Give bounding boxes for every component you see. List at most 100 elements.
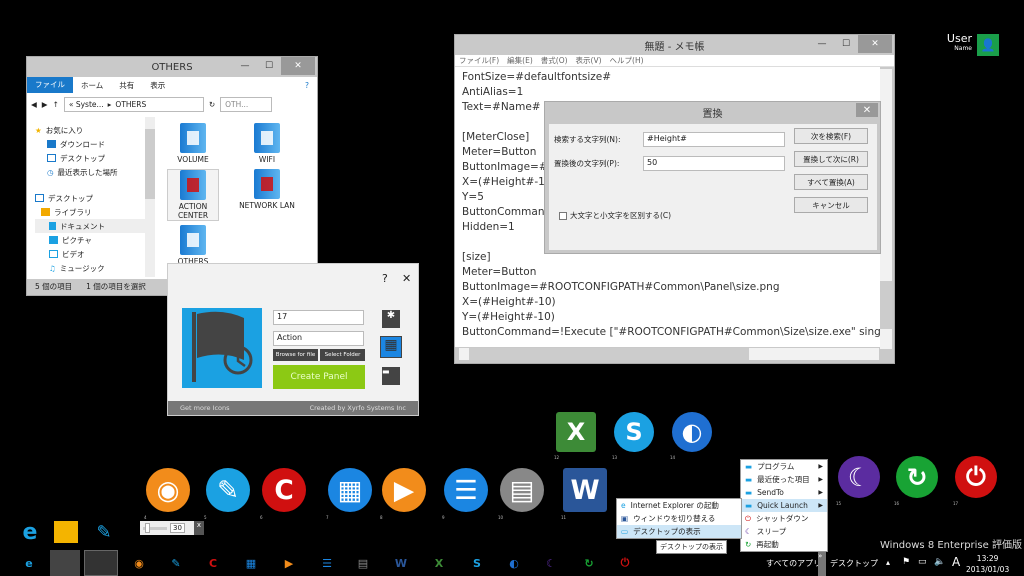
vertical-scrollbar[interactable] — [880, 69, 892, 349]
dock-app-icon[interactable]: W — [563, 468, 607, 512]
maximize-button[interactable]: ☐ — [834, 35, 858, 53]
close-button[interactable]: ✕ — [856, 103, 878, 117]
up-icon[interactable]: ↑ — [53, 100, 59, 109]
replace-next-button[interactable]: 置換して次に(R) — [794, 151, 868, 167]
taskbar-app-icon[interactable]: ▤ — [352, 552, 374, 574]
help-icon[interactable]: ? — [297, 81, 317, 90]
folder-icon[interactable] — [54, 521, 78, 543]
close-button[interactable]: ✕ — [281, 57, 315, 75]
folder-item[interactable]: WIFI — [237, 123, 297, 164]
size-slider[interactable]: 30 x — [140, 521, 204, 535]
tab-view[interactable]: 表示 — [142, 80, 173, 91]
start-menu-item[interactable]: ▬ SendTo ▶ — [741, 486, 827, 499]
menu-edit[interactable]: 編集(E) — [507, 55, 533, 66]
replace-input[interactable]: 50 — [643, 156, 785, 171]
tree-downloads[interactable]: ダウンロード — [35, 137, 145, 151]
tree-documents[interactable]: ドキュメント — [35, 219, 145, 233]
folder-item-selected[interactable]: ACTION CENTER — [167, 169, 219, 221]
user-account[interactable]: User Name — [930, 32, 972, 52]
volume-icon[interactable]: 🔈 — [934, 557, 945, 567]
menu-format[interactable]: 書式(O) — [541, 55, 568, 66]
horizontal-scrollbar[interactable] — [459, 348, 879, 360]
flag-icon[interactable]: ⚑ — [902, 557, 910, 567]
taskbar-app-icon[interactable]: ✎ — [165, 552, 187, 574]
browse-button[interactable]: Browse for file — [273, 349, 318, 361]
tree-music[interactable]: ♫ ミュージック — [35, 261, 145, 275]
cancel-button[interactable]: キャンセル — [794, 197, 868, 213]
help-button[interactable]: ? — [382, 272, 388, 285]
address-segment[interactable]: « Syste... — [69, 100, 104, 109]
address-bar[interactable]: « Syste... ▸ OTHERS — [63, 96, 204, 112]
folder-item[interactable]: VOLUME — [163, 123, 223, 164]
close-button[interactable]: x — [193, 521, 204, 535]
dock-app-icon[interactable]: ☾ — [838, 456, 880, 498]
start-menu-item[interactable]: ▬ 最近使った項目 ▶ — [741, 473, 827, 486]
start-menu-item[interactable]: ⏻ シャットダウン — [741, 512, 827, 525]
puzzle-icon[interactable]: ✱ — [382, 310, 400, 328]
dock-app-icon[interactable]: ▶ — [382, 468, 426, 512]
close-button[interactable]: ✕ — [858, 35, 892, 53]
taskbar-app-icon[interactable]: ◐ — [503, 552, 525, 574]
start-menu-item[interactable]: ▬ プログラム ▶ — [741, 460, 827, 473]
menu-help[interactable]: ヘルプ(H) — [610, 55, 644, 66]
minimize-button[interactable]: — — [810, 35, 834, 53]
edit-icon[interactable]: ✎ — [92, 520, 116, 544]
close-button[interactable]: ✕ — [402, 272, 411, 285]
dock-app-icon[interactable]: S — [614, 412, 654, 452]
expand-button[interactable]: » — [818, 552, 826, 576]
match-case-checkbox[interactable]: 大文字と小文字を区別する(C) — [559, 210, 671, 221]
size-value[interactable]: 30 — [170, 523, 185, 533]
tab-share[interactable]: 共有 — [111, 80, 142, 91]
taskbar-app-icon[interactable]: ◉ — [128, 552, 150, 574]
jump-item-show-desktop[interactable]: ▭ デスクトップの表示 — [617, 525, 741, 538]
select-folder-button[interactable]: Select Folder — [320, 349, 365, 361]
avatar[interactable]: 👤 — [977, 34, 999, 56]
grid-icon[interactable]: ▦ — [380, 336, 402, 358]
tree-scrollbar[interactable] — [145, 117, 155, 277]
taskbar-app-icon[interactable]: ▦ — [240, 552, 262, 574]
taskbar-app-icon[interactable]: ↻ — [578, 552, 600, 574]
start-menu-item[interactable]: ↻ 再起動 — [741, 538, 827, 551]
tray-expand-icon[interactable]: ▴ — [886, 558, 890, 567]
refresh-icon[interactable]: ↻ — [209, 100, 215, 109]
number-input[interactable]: 17 — [273, 310, 364, 325]
find-input[interactable]: #Height# — [643, 132, 785, 147]
tree-videos[interactable]: ビデオ — [35, 247, 145, 261]
tab-home[interactable]: ホーム — [73, 80, 111, 91]
network-icon[interactable]: ▭ — [918, 557, 927, 567]
jump-item-ie[interactable]: e Internet Explorer の起動 — [617, 499, 741, 512]
dialog-titlebar[interactable]: 置換 ✕ — [545, 102, 880, 122]
ime-indicator[interactable]: A — [952, 555, 960, 569]
menu-view[interactable]: 表示(V) — [576, 55, 602, 66]
dock-app-icon[interactable]: ↻ — [896, 456, 938, 498]
taskbar-app-icon[interactable]: X — [428, 552, 450, 574]
dock-app-icon[interactable]: ⏻ — [955, 456, 997, 498]
tree-favorites[interactable]: ★ お気に入り — [35, 123, 145, 137]
taskbar-app-icon[interactable]: ☰ — [316, 552, 338, 574]
explorer-titlebar[interactable]: OTHERS — ☐ ✕ — [27, 57, 317, 77]
back-icon[interactable]: ◀ — [31, 100, 37, 109]
taskbar-app-icon[interactable]: e — [18, 552, 40, 574]
tree-libraries[interactable]: ライブラリ — [35, 205, 145, 219]
dock-app-icon[interactable]: ◐ — [672, 412, 712, 452]
jump-item-switch-window[interactable]: ▣ ウィンドウを切り替える — [617, 512, 741, 525]
forward-icon[interactable]: ▶ — [42, 100, 48, 109]
taskbar-app-icon[interactable]: W — [390, 552, 412, 574]
name-input[interactable]: Action — [273, 331, 364, 346]
search-input[interactable]: OTH... — [220, 96, 273, 112]
start-menu-item[interactable]: ☾ スリープ — [741, 525, 827, 538]
create-panel-button[interactable]: Create Panel — [273, 365, 365, 389]
dock-app-icon[interactable]: X — [556, 412, 596, 452]
notepad-titlebar[interactable]: 無題 - メモ帳 — ☐ ✕ — [455, 35, 894, 55]
dock-app-icon[interactable]: C — [262, 468, 306, 512]
tree-desktop[interactable]: デスクトップ — [35, 151, 145, 165]
get-more-icons-link[interactable]: Get more Icons — [180, 404, 230, 412]
start-menu-item[interactable]: ▬ Quick Launch ▶ — [741, 499, 827, 512]
address-segment[interactable]: OTHERS — [115, 100, 146, 109]
dock-app-icon[interactable]: ✎ — [206, 468, 250, 512]
find-next-button[interactable]: 次を検索(F) — [794, 128, 868, 144]
taskbar-app-icon[interactable]: ▶ — [278, 552, 300, 574]
tab-file[interactable]: ファイル — [27, 77, 73, 93]
tile-icon[interactable]: ▬ — [382, 367, 400, 385]
menu-file[interactable]: ファイル(F) — [459, 55, 499, 66]
